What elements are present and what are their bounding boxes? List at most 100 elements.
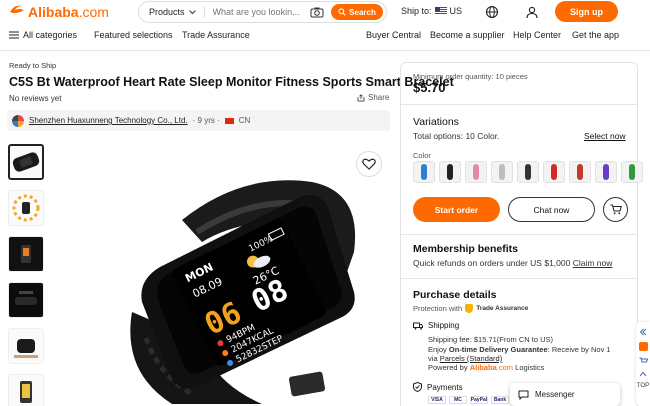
color-swatch[interactable] (491, 161, 513, 183)
select-now-link[interactable]: Select now (584, 131, 626, 141)
shipping-row: Shipping (413, 321, 459, 330)
band-color-chip (629, 164, 635, 180)
membership-row: Quick refunds on orders under US $1,000 … (413, 258, 612, 268)
variations-title: Variations (413, 116, 459, 128)
via-label: via (428, 354, 438, 363)
payment-method-badge: MC (449, 396, 467, 404)
share-icon (357, 93, 365, 101)
wrist-thumbnail-image (14, 339, 38, 358)
membership-text: Quick refunds on orders under US $1,000 (413, 258, 571, 268)
color-swatch[interactable] (413, 161, 435, 183)
search-input[interactable] (212, 7, 308, 17)
thumbnail-5[interactable] (8, 328, 44, 364)
color-swatch[interactable] (543, 161, 565, 183)
ship-to-selector[interactable]: Ship to: US (401, 6, 462, 16)
user-icon[interactable] (525, 5, 539, 19)
main-product-image: MON 100% 08.09 26°C 06 08 94BPM 2047KCAL… (62, 142, 392, 406)
band-color-chip (603, 164, 609, 180)
alibaba-logo-icon (8, 2, 26, 21)
search-button-label: Search (349, 7, 376, 17)
enjoy-prefix: Enjoy (428, 345, 447, 354)
search-category-label: Products (149, 7, 185, 17)
receive-date: : Receive by Nov 1 (547, 345, 611, 354)
color-swatches (413, 161, 643, 183)
color-swatch[interactable] (439, 161, 461, 183)
dark-thumbnail-image (21, 245, 31, 263)
menu-icon (9, 31, 19, 39)
share-button[interactable]: Share (357, 93, 389, 102)
thumbnail-6[interactable] (8, 374, 44, 406)
supplier-name-link[interactable]: Shenzhen Huaxunneng Technology Co., Ltd. (29, 116, 188, 125)
search-icon (338, 8, 346, 16)
payment-method-badge: VISA (428, 396, 446, 404)
color-swatch[interactable] (465, 161, 487, 183)
total-options: Total options: 10 Color. (413, 131, 500, 141)
nav-become-supplier[interactable]: Become a supplier (430, 30, 505, 40)
nav-get-app[interactable]: Get the app (572, 30, 619, 40)
band-color-chip (447, 164, 453, 180)
logo-suffix: .com (78, 3, 109, 20)
band-color-chip (525, 164, 531, 180)
back-to-top-label[interactable]: TOP (637, 383, 649, 389)
thumbnail-1[interactable] (8, 144, 44, 180)
cn-flag-icon (224, 117, 234, 124)
search-button[interactable]: Search (331, 4, 383, 20)
shipping-fee: Shipping fee: $15.71(From CN to US) (428, 335, 554, 344)
color-swatch[interactable] (569, 161, 591, 183)
payments-row: Payments (413, 382, 463, 392)
monitor-thumbnail-image (15, 291, 37, 305)
camera-icon[interactable] (310, 6, 324, 18)
panel-divider (401, 104, 637, 105)
chat-now-button[interactable]: Chat now (508, 197, 595, 222)
nav-divider (0, 50, 650, 51)
payment-method-badge: PayPal (470, 396, 488, 404)
nav-help-center[interactable]: Help Center (513, 30, 561, 40)
nav-all-categories-label: All categories (23, 30, 78, 40)
signup-button[interactable]: Sign up (555, 1, 618, 22)
heart-icon (362, 158, 376, 170)
protection-row: Protection with Trade Assurance (413, 304, 528, 313)
globe-icon[interactable] (485, 5, 499, 19)
parcels-link[interactable]: Parcels (Standard) (440, 354, 503, 363)
band-color-chip (499, 164, 505, 180)
us-flag-icon (434, 7, 447, 15)
thumbnail-3[interactable] (8, 236, 44, 272)
shield-check-icon (413, 382, 422, 392)
supplier-country: CN (238, 116, 251, 125)
nav-all-categories[interactable]: All categories (9, 30, 77, 40)
shipping-method: via Parcels (Standard) (428, 354, 502, 363)
logistics-row: Powered by Alibaba.com Logistics (428, 363, 544, 372)
alibaba-mini-icon[interactable] (638, 342, 648, 351)
ship-to-label: Ship to: (401, 6, 432, 16)
color-swatch[interactable] (517, 161, 539, 183)
thumbnail-2[interactable] (8, 190, 44, 226)
delivery-guarantee: Enjoy On-time Delivery Guarantee: Receiv… (428, 345, 611, 354)
logo-text: Alibaba (28, 3, 79, 20)
color-swatch[interactable] (621, 161, 643, 183)
band-color-chip (577, 164, 583, 180)
thumbnail-list (8, 144, 46, 406)
claim-now-link[interactable]: Claim now (573, 258, 613, 268)
color-swatch[interactable] (595, 161, 617, 183)
nav-trade-assurance[interactable]: Trade Assurance (182, 30, 250, 40)
logistics-brand-suffix: .com (496, 363, 514, 372)
search-category-dropdown[interactable]: Products (139, 6, 205, 18)
nav-buyer-central[interactable]: Buyer Central (366, 30, 421, 40)
add-to-cart-button[interactable] (603, 197, 628, 222)
collapse-icon[interactable] (639, 328, 647, 336)
favorite-button[interactable] (356, 151, 382, 177)
band-color-chip (473, 164, 479, 180)
cart-mini-icon[interactable] (639, 357, 648, 365)
thumbnail-4[interactable] (8, 282, 44, 318)
nav-bar: All categories Featured selections Trade… (0, 28, 650, 44)
nav-featured-selections[interactable]: Featured selections (94, 30, 173, 40)
start-order-button[interactable]: Start order (413, 197, 500, 222)
protection-prefix: Protection with (413, 304, 463, 313)
logistics-label: Logistics (515, 363, 545, 372)
membership-title: Membership benefits (413, 243, 519, 255)
arrow-up-icon[interactable] (639, 371, 647, 377)
ready-to-ship-label: Ready to Ship (9, 61, 57, 70)
messenger-widget[interactable]: Messenger (510, 383, 620, 406)
alibaba-logo[interactable]: Alibaba .com (8, 2, 109, 21)
search-bar: Products Search (138, 1, 387, 23)
